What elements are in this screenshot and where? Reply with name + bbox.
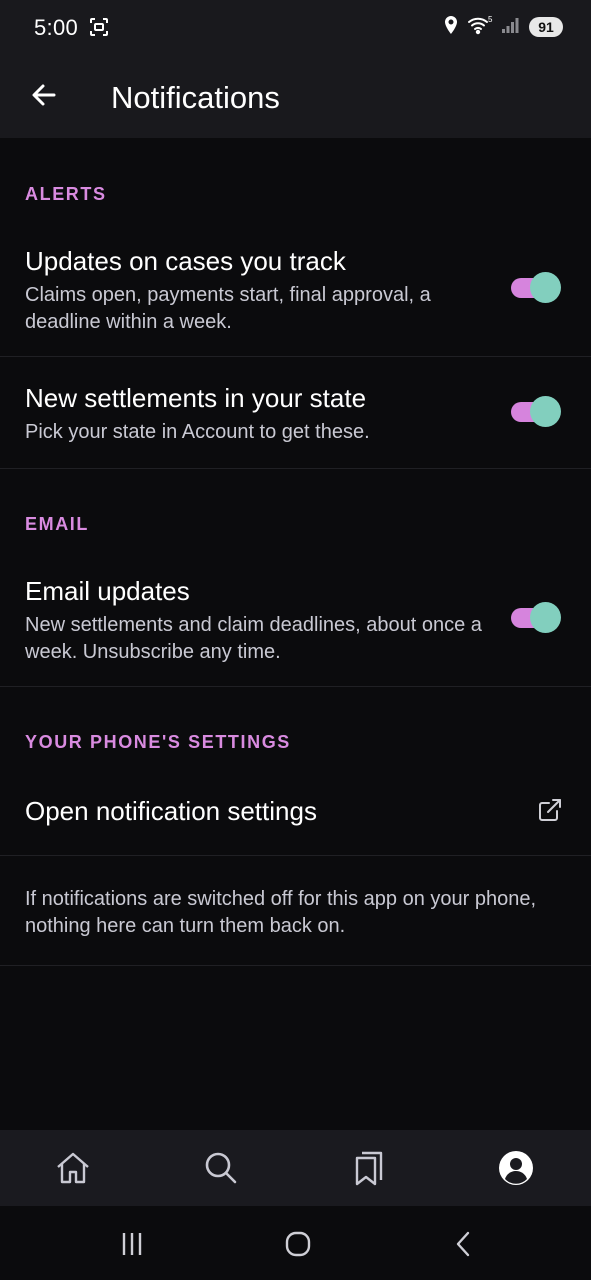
- bottom-nav: [0, 1130, 591, 1206]
- recent-apps-button[interactable]: [112, 1224, 152, 1264]
- row-subtitle: Claims open, payments start, final appro…: [25, 284, 431, 333]
- email-row-updates[interactable]: Email updates New settlements and claim …: [0, 560, 591, 687]
- signal-icon: [501, 16, 521, 39]
- bookmarks-icon: [355, 1151, 383, 1186]
- toggle-tracked-cases[interactable]: [511, 272, 561, 303]
- toggle-thumb: [530, 272, 561, 303]
- status-time: 5:00: [34, 15, 79, 40]
- external-link-icon: [539, 799, 561, 821]
- row-title: Email updates: [25, 576, 190, 606]
- status-bar: 5:00 5 91: [0, 0, 591, 56]
- section-header-email: EMAIL: [25, 514, 89, 534]
- phone-settings-note: If notifications are switched off for th…: [0, 856, 591, 966]
- nav-home[interactable]: [47, 1142, 99, 1194]
- nav-profile[interactable]: [490, 1142, 542, 1194]
- row-title: Updates on cases you track: [25, 246, 346, 276]
- row-title: Open notification settings: [25, 796, 317, 826]
- note-text: If notifications are switched off for th…: [25, 888, 537, 937]
- back-icon: [456, 1231, 470, 1257]
- home-icon: [57, 1152, 89, 1184]
- profile-icon: [499, 1151, 533, 1185]
- page-title: Notifications: [111, 80, 280, 115]
- toggle-new-settlements[interactable]: [511, 396, 561, 427]
- toggle-email-updates[interactable]: [511, 602, 561, 633]
- home-button-icon: [285, 1231, 311, 1257]
- status-icons: 5 91: [443, 15, 563, 39]
- location-icon: [443, 15, 459, 40]
- system-back-button[interactable]: [444, 1224, 484, 1264]
- row-subtitle: Pick your state in Account to get these.: [25, 421, 370, 443]
- search-icon: [205, 1152, 237, 1184]
- home-button[interactable]: [278, 1224, 318, 1264]
- back-button[interactable]: [22, 73, 66, 117]
- nav-search[interactable]: [195, 1142, 247, 1194]
- section-header-phone-settings: YOUR PHONE'S SETTINGS: [25, 732, 291, 752]
- system-nav-bar: [0, 1206, 591, 1280]
- arrow-left-icon: [32, 84, 56, 106]
- app-bar: Notifications: [0, 56, 591, 138]
- wifi-icon: 5: [467, 15, 493, 40]
- svg-text:5: 5: [488, 15, 493, 24]
- section-header-alerts: ALERTS: [25, 184, 107, 204]
- toggle-thumb: [530, 396, 561, 427]
- row-subtitle: New settlements and claim deadlines, abo…: [25, 614, 482, 663]
- row-title: New settlements in your state: [25, 383, 367, 413]
- open-notification-settings-link[interactable]: Open notification settings: [0, 776, 591, 856]
- screenshot-icon: [88, 16, 110, 38]
- toggle-thumb: [530, 602, 561, 633]
- alert-row-tracked-cases[interactable]: Updates on cases you track Claims open, …: [0, 230, 591, 357]
- alert-row-new-settlements[interactable]: New settlements in your state Pick your …: [0, 357, 591, 469]
- battery-icon: 91: [529, 17, 563, 37]
- nav-bookmarks[interactable]: [343, 1142, 395, 1194]
- recent-apps-icon: [122, 1233, 142, 1255]
